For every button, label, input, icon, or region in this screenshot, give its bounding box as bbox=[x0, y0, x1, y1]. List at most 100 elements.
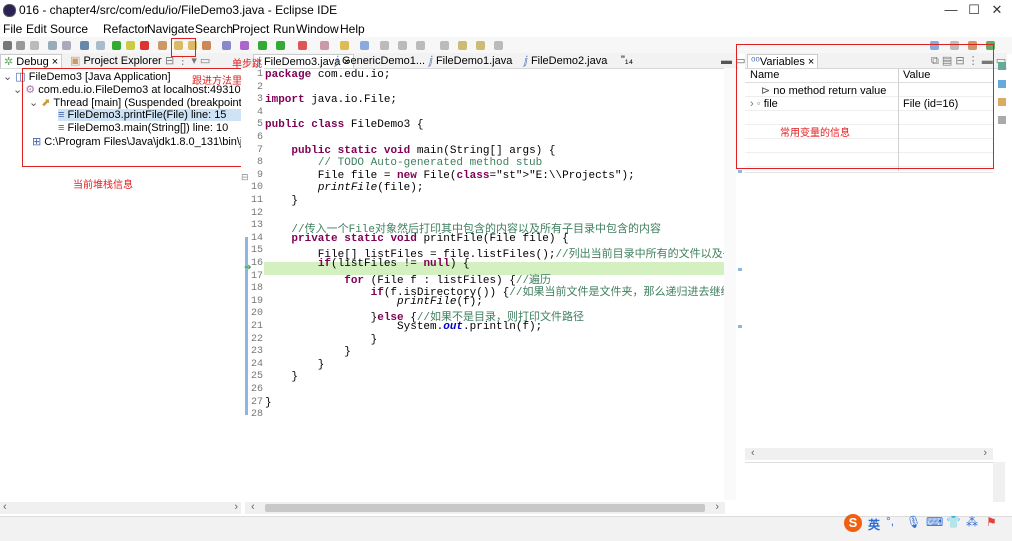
connect-icon[interactable] bbox=[158, 41, 167, 50]
open-type-icon[interactable] bbox=[340, 41, 349, 50]
debug-h-scrollbar[interactable]: ‹ › bbox=[0, 501, 241, 514]
search-icon[interactable] bbox=[360, 41, 369, 50]
external-tools-icon[interactable] bbox=[298, 41, 307, 50]
menu-navigate[interactable]: Navigate bbox=[147, 22, 194, 36]
editor-tab-filedemo2[interactable]: ⅉ FileDemo2.java bbox=[524, 54, 607, 67]
save-icon[interactable] bbox=[16, 41, 25, 50]
line-number: 17 bbox=[250, 270, 263, 282]
back-icon[interactable] bbox=[458, 41, 467, 50]
expressions-view-icon[interactable] bbox=[998, 80, 1006, 88]
coverage-icon[interactable] bbox=[276, 41, 285, 50]
code-line[interactable]: printFile(f); bbox=[265, 296, 483, 308]
step-return-icon[interactable] bbox=[202, 41, 211, 50]
detail-v-scrollbar[interactable] bbox=[993, 462, 1005, 502]
run-icon[interactable] bbox=[258, 41, 267, 50]
variables-h-scrollbar[interactable]: ‹ › bbox=[745, 447, 993, 460]
remove-icon[interactable] bbox=[62, 41, 71, 50]
close-button[interactable]: ✕ bbox=[984, 2, 1010, 18]
code-line[interactable]: } bbox=[265, 371, 298, 383]
last-edit-icon[interactable] bbox=[440, 41, 449, 50]
step-into-highlight-box bbox=[171, 38, 196, 57]
variable-detail-pane[interactable] bbox=[745, 462, 993, 503]
code-line[interactable]: public class FileDemo3 { bbox=[265, 119, 423, 131]
editor-tabbar: ⅉ FileDemo3.java × ⅉ GenericDemo1... ⅉ F… bbox=[241, 53, 745, 69]
line-number: 11 bbox=[250, 195, 263, 206]
code-line[interactable]: } bbox=[265, 195, 298, 207]
stack-info-annotation: 当前堆栈信息 bbox=[73, 180, 133, 191]
code-line[interactable]: if(listFiles != null) { bbox=[265, 258, 470, 270]
code-line[interactable]: } bbox=[265, 334, 378, 346]
code-line[interactable]: } bbox=[265, 359, 325, 371]
editor-tab-overflow[interactable]: "₁₄ bbox=[621, 54, 633, 66]
line-number: 5 bbox=[256, 119, 263, 131]
terminate-icon[interactable] bbox=[140, 41, 149, 50]
code-line[interactable]: import java.io.File; bbox=[265, 94, 397, 106]
keyboard-icon[interactable]: ⌨ bbox=[926, 515, 943, 529]
menu-source[interactable]: Source bbox=[50, 22, 88, 36]
menu-run[interactable]: Run bbox=[273, 22, 295, 36]
suspend-icon[interactable] bbox=[126, 41, 135, 50]
menu-edit[interactable]: Edit bbox=[26, 22, 47, 36]
code-line[interactable]: // TODO Auto-generated method stub bbox=[265, 157, 542, 169]
menu-project[interactable]: Project bbox=[232, 22, 269, 36]
menu-file[interactable]: File bbox=[3, 22, 22, 36]
menu-refactor[interactable]: Refactor bbox=[103, 22, 148, 36]
line-number: 26 bbox=[250, 384, 263, 395]
code-line[interactable]: private static void printFile(File file)… bbox=[265, 233, 568, 245]
line-number: 20 bbox=[250, 308, 263, 320]
use-step-filters-icon[interactable] bbox=[222, 41, 231, 50]
line-number: 16 bbox=[250, 258, 263, 269]
new-icon[interactable] bbox=[3, 41, 12, 50]
forward-icon[interactable] bbox=[476, 41, 485, 50]
previous-annotation-icon[interactable] bbox=[416, 41, 425, 50]
line-number: 21 bbox=[250, 321, 263, 332]
skip-breakpoints-icon[interactable] bbox=[48, 41, 57, 50]
title-bar: 016 - chapter4/src/com/edu/io/FileDemo3.… bbox=[0, 0, 1012, 20]
overview-marker bbox=[738, 170, 742, 173]
code-line[interactable]: printFile(file); bbox=[265, 182, 424, 194]
variables-info-annotation: 常用变量的信息 bbox=[780, 128, 850, 139]
toolbox-icon[interactable]: ⁂ bbox=[966, 515, 978, 529]
new-java-project-icon[interactable] bbox=[320, 41, 329, 50]
line-number: 3 bbox=[256, 94, 263, 106]
line-number: 23 bbox=[250, 346, 263, 358]
next-annotation-icon[interactable] bbox=[398, 41, 407, 50]
editor-tab-filedemo1[interactable]: ⅉ FileDemo1.java bbox=[429, 54, 512, 67]
code-line[interactable]: System.out.println(f); bbox=[265, 321, 542, 333]
resume-icon[interactable] bbox=[112, 41, 121, 50]
code-line[interactable]: package com.edu.io; bbox=[265, 69, 390, 81]
toggle-mark-icon[interactable] bbox=[380, 41, 389, 50]
tab-project-explorer[interactable]: ▣ Project Explorer bbox=[70, 54, 162, 67]
code-line[interactable]: File file = new File(class="st">"E:\\Pro… bbox=[265, 170, 635, 182]
menu-search[interactable]: Search bbox=[195, 22, 233, 36]
code-line[interactable]: } bbox=[265, 346, 351, 358]
sogou-ime-icon[interactable]: S bbox=[844, 514, 862, 532]
editor-h-scrollbar[interactable]: ‹ › bbox=[245, 501, 725, 514]
editor-v-scrollbar[interactable] bbox=[724, 68, 736, 500]
settings-icon[interactable]: ⚑ bbox=[986, 515, 997, 529]
punctuation-icon[interactable]: °, bbox=[886, 514, 894, 528]
variables-blank-area bbox=[745, 172, 993, 463]
line-number: 15 bbox=[250, 245, 263, 257]
debug-icon[interactable] bbox=[240, 41, 249, 50]
ime-language-toggle[interactable]: 英 bbox=[868, 516, 880, 533]
save-all-icon[interactable] bbox=[30, 41, 39, 50]
terminal-icon[interactable] bbox=[80, 41, 89, 50]
breakpoints-view-icon[interactable] bbox=[998, 62, 1006, 70]
disconnect-icon[interactable] bbox=[96, 41, 105, 50]
voice-icon[interactable]: 🎙 bbox=[906, 515, 921, 529]
line-number: 9 bbox=[256, 169, 263, 181]
right-trim-toolbar bbox=[994, 58, 1012, 138]
console-view-icon[interactable] bbox=[998, 116, 1006, 124]
code-line[interactable]: } bbox=[265, 397, 272, 409]
fold-marker-icon[interactable]: ⊟ bbox=[241, 172, 249, 183]
menu-window[interactable]: Window bbox=[296, 22, 339, 36]
skin-icon[interactable]: 👕 bbox=[946, 515, 961, 529]
code-line[interactable]: public static void main(String[] args) { bbox=[265, 145, 555, 157]
outline-view-icon[interactable] bbox=[998, 98, 1006, 106]
eclipse-app-icon bbox=[3, 4, 16, 17]
menu-help[interactable]: Help bbox=[340, 22, 365, 36]
tab-debug[interactable]: ✲ Debug × bbox=[0, 54, 63, 68]
pin-editor-icon[interactable] bbox=[494, 41, 503, 50]
editor-tab-genericdemo1[interactable]: ⅉ GenericDemo1... bbox=[335, 54, 425, 67]
